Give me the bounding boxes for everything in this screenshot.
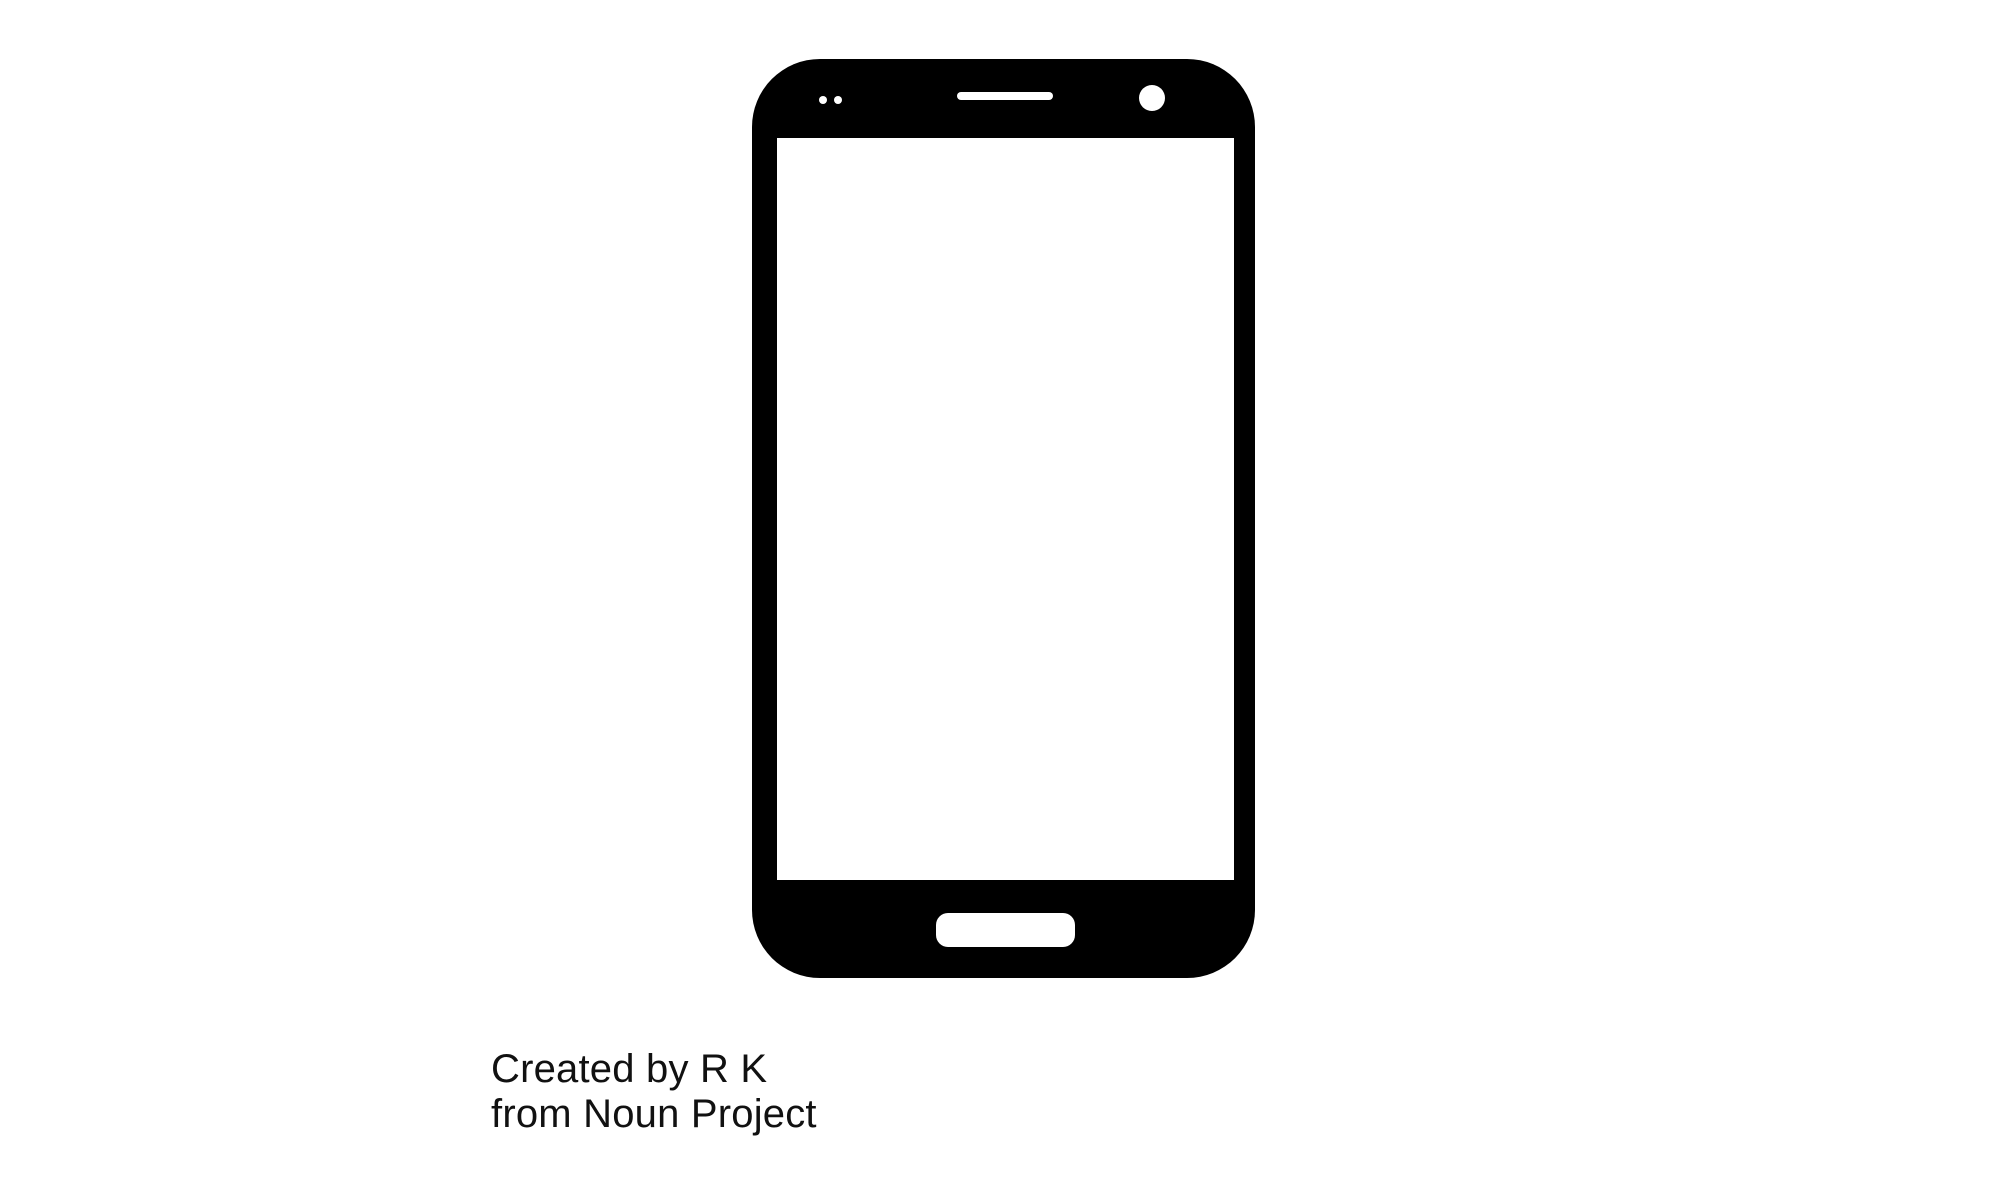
smartphone-icon <box>752 59 1255 978</box>
home-button <box>936 913 1075 947</box>
front-camera <box>1139 85 1165 111</box>
attribution-line-2: from Noun Project <box>491 1092 817 1136</box>
attribution-line-1: Created by R K <box>491 1047 768 1091</box>
sensor-dot-left <box>819 96 827 104</box>
phone-screen <box>777 138 1234 880</box>
sensor-dot-right <box>834 96 842 104</box>
earpiece-speaker <box>957 92 1053 100</box>
attribution-text: Created by R K from Noun Project <box>491 1047 817 1137</box>
